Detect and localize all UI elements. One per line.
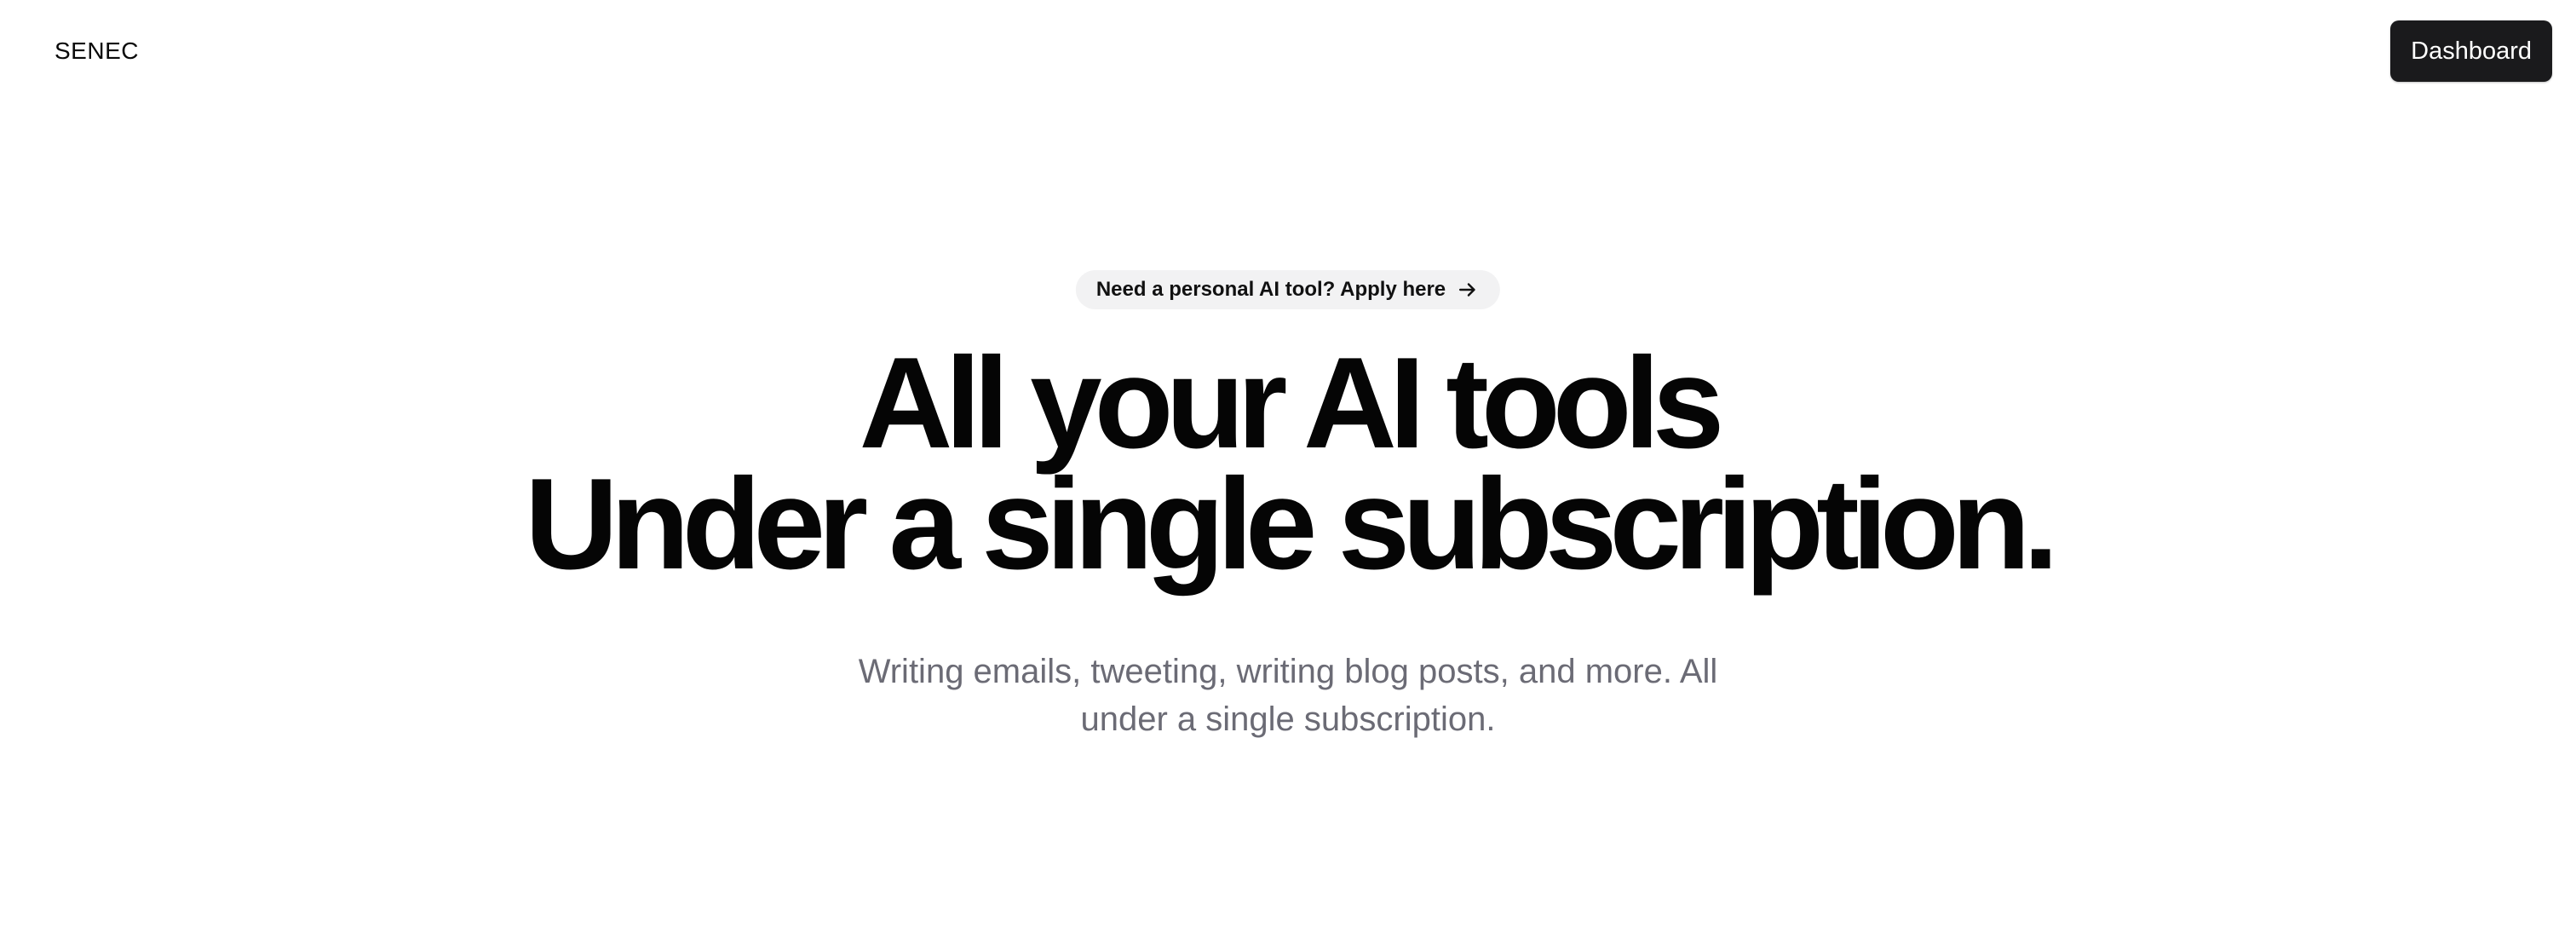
headline-line-1: All your AI tools (859, 331, 1725, 476)
announcement-text: Need a personal AI tool? Apply here (1095, 278, 1446, 301)
brand-logo[interactable]: SENEC (55, 37, 139, 65)
announcement-pill[interactable]: Need a personal AI tool? Apply here (1075, 270, 1501, 309)
dashboard-button[interactable]: Dashboard (2390, 20, 2552, 82)
hero-subtitle: Writing emails, tweeting, writing blog p… (858, 653, 1718, 738)
hero-headline: All your AI tools Under a single subscri… (0, 331, 2576, 597)
landing-page: SENEC Dashboard Need a personal AI tool?… (0, 0, 2576, 934)
headline-line-2: Under a single subscription. (525, 452, 2059, 597)
arrow-right-icon (1456, 278, 1480, 302)
